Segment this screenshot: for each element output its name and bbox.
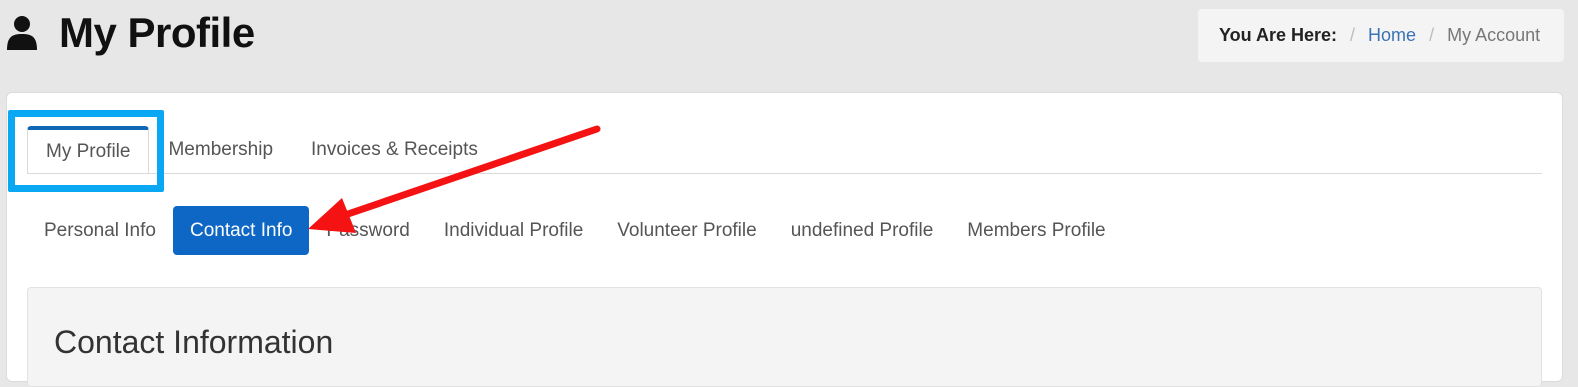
- subnav-individual-profile[interactable]: Individual Profile: [427, 206, 600, 255]
- profile-subnav: Personal Info Contact Info Password Indi…: [27, 206, 1123, 255]
- page-title: My Profile: [59, 9, 255, 56]
- tab-invoices-receipts[interactable]: Invoices & Receipts: [292, 126, 497, 174]
- breadcrumb: You Are Here: / Home / My Account: [1198, 9, 1564, 62]
- tab-my-profile[interactable]: My Profile: [27, 126, 150, 174]
- tab-membership[interactable]: Membership: [149, 126, 292, 174]
- subnav-contact-info[interactable]: Contact Info: [172, 206, 310, 255]
- page-header: My Profile You Are Here: / Home / My Acc…: [0, 0, 1578, 92]
- subnav-password[interactable]: Password: [309, 206, 426, 255]
- subnav-volunteer-profile[interactable]: Volunteer Profile: [600, 206, 773, 255]
- breadcrumb-home-link[interactable]: Home: [1368, 25, 1416, 46]
- tab-divider: [27, 173, 1542, 174]
- subnav-personal-info[interactable]: Personal Info: [27, 206, 173, 255]
- subnav-undefined-profile[interactable]: undefined Profile: [774, 206, 951, 255]
- breadcrumb-current: My Account: [1447, 25, 1541, 45]
- subnav-members-profile[interactable]: Members Profile: [950, 206, 1122, 255]
- breadcrumb-separator: /: [1429, 25, 1435, 45]
- user-icon: [7, 16, 37, 50]
- breadcrumb-label: You Are Here:: [1219, 25, 1338, 45]
- main-tabs: My Profile Membership Invoices & Receipt…: [27, 126, 497, 174]
- section-heading: Contact Information: [54, 324, 334, 360]
- breadcrumb-separator: /: [1350, 25, 1356, 45]
